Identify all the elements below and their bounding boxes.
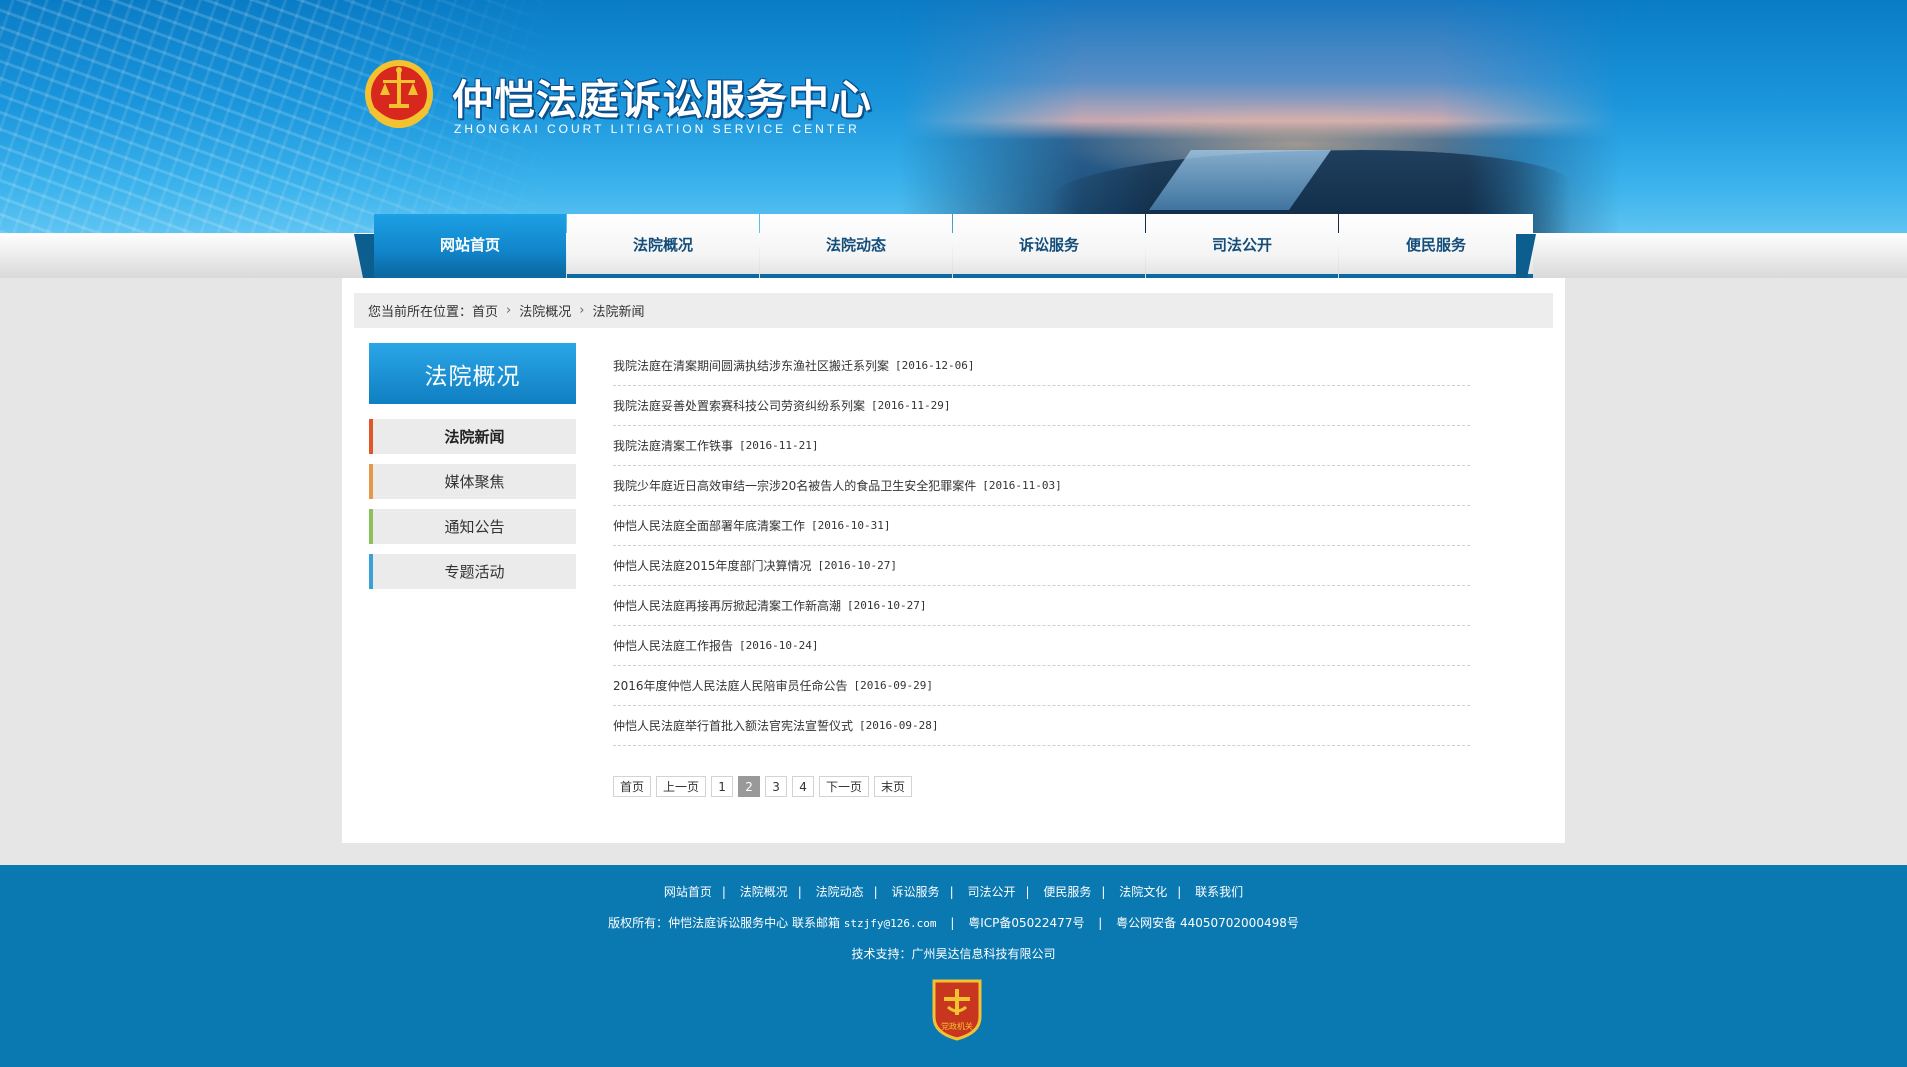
pagination: 首页 上一页 1 2 3 4 下一页 末页 [613, 776, 917, 797]
footer-police-record[interactable]: 粤公网安备 44050702000498号 [1116, 916, 1299, 930]
news-date: [2016-11-03] [982, 479, 1062, 492]
court-emblem-icon [365, 60, 433, 128]
pager-page-4[interactable]: 4 [792, 776, 815, 797]
main-nav: 网站首页 法院概况 法院动态 诉讼服务 司法公开 便民服务 [354, 214, 1536, 278]
footer-divider: | [1177, 885, 1182, 899]
news-date: [2016-10-27] [817, 559, 898, 572]
sidebar-item-court-news[interactable]: 法院新闻 [369, 419, 576, 454]
footer-copyright-line: 版权所有：仲恺法庭诉讼服务中心 联系邮箱 stzjfy@126.com | 粤I… [0, 914, 1907, 931]
footer-link-litigation[interactable]: 诉讼服务 [892, 885, 940, 899]
news-date: [2016-10-27] [847, 599, 927, 612]
breadcrumb-prefix: 您当前所在位置： [368, 305, 473, 320]
breadcrumb-current[interactable]: 法院新闻 [592, 301, 644, 320]
breadcrumb: 您当前所在位置： 首页 › 法院概况 › 法院新闻 [354, 293, 1553, 328]
pager-last-button[interactable]: 末页 [874, 776, 913, 797]
footer-divider: | [949, 885, 954, 899]
news-title[interactable]: 仲恺人民法庭2015年度部门决算情况 [613, 557, 812, 574]
news-item[interactable]: 2016年度仲恺人民法庭人民陪审员任命公告 [2016-09-29] [613, 666, 1470, 706]
news-date: [2016-10-24] [739, 639, 819, 652]
sidebar-item-notices[interactable]: 通知公告 [369, 509, 576, 544]
news-item[interactable]: 仲恺人民法庭再接再厉掀起清案工作新高潮 [2016-10-27] [613, 586, 1470, 626]
content-panel: 您当前所在位置： 首页 › 法院概况 › 法院新闻 法院概况 法院新闻 媒体聚焦… [342, 278, 1565, 843]
news-title[interactable]: 2016年度仲恺人民法庭人民陪审员任命公告 [613, 677, 848, 694]
news-date: [2016-12-06] [895, 359, 975, 372]
news-item[interactable]: 仲恺人民法庭举行首批入额法官宪法宣誓仪式 [2016-09-28] [613, 706, 1470, 746]
news-date: [2016-09-28] [859, 719, 939, 732]
footer-email[interactable]: stzjfy@126.com [844, 917, 937, 930]
pager-page-1[interactable]: 1 [711, 776, 734, 797]
nav-item-news[interactable]: 法院动态 [760, 214, 952, 278]
news-title[interactable]: 我院法庭在清案期间圆满执结涉东渔社区搬迁系列案 [613, 357, 889, 374]
pager-prev-button[interactable]: 上一页 [656, 776, 707, 797]
news-title[interactable]: 我院法庭妥善处置索赛科技公司劳资纠纷系列案 [613, 397, 865, 414]
footer-divider: | [797, 885, 802, 899]
news-date: [2016-11-29] [871, 399, 951, 412]
nav-right-cap [1516, 234, 1536, 278]
sidebar-title: 法院概况 [369, 343, 576, 404]
site-title: 仲恺法庭诉讼服务中心 [452, 76, 872, 124]
news-title[interactable]: 我院少年庭近日高效审结一宗涉20名被告人的食品卫生安全犯罪案件 [613, 477, 976, 494]
news-title[interactable]: 仲恺人民法庭举行首批入额法官宪法宣誓仪式 [613, 717, 853, 734]
footer-divider: | [1101, 885, 1106, 899]
pager-first-button[interactable]: 首页 [613, 776, 652, 797]
footer-link-public-service[interactable]: 便民服务 [1043, 885, 1091, 899]
footer-divider: | [721, 885, 726, 899]
news-date: [2016-10-31] [811, 519, 891, 532]
news-item[interactable]: 仲恺人民法庭2015年度部门决算情况 [2016-10-27] [613, 546, 1470, 586]
breadcrumb-home[interactable]: 首页 [472, 301, 498, 320]
sidebar-item-special-events[interactable]: 专题活动 [369, 554, 576, 589]
footer-link-home[interactable]: 网站首页 [664, 885, 712, 899]
nav-item-overview[interactable]: 法院概况 [567, 214, 759, 278]
news-list: 我院法庭在清案期间圆满执结涉东渔社区搬迁系列案 [2016-12-06] 我院法庭… [613, 346, 1470, 746]
chevron-right-icon: › [579, 303, 585, 318]
news-item[interactable]: 我院法庭妥善处置索赛科技公司劳资纠纷系列案 [2016-11-29] [613, 386, 1470, 426]
footer-link-news[interactable]: 法院动态 [816, 885, 864, 899]
news-title[interactable]: 仲恺人民法庭工作报告 [613, 637, 733, 654]
chevron-right-icon: › [506, 303, 512, 318]
sidebar-item-media-focus[interactable]: 媒体聚焦 [369, 464, 576, 499]
footer-link-judicial-openness[interactable]: 司法公开 [967, 885, 1015, 899]
footer: 网站首页 | 法院概况 | 法院动态 | 诉讼服务 | 司法公开 | 便民服务 | 法院文化… [0, 865, 1907, 1067]
footer-divider: | [950, 916, 955, 930]
news-date: [2016-09-29] [853, 679, 934, 692]
breadcrumb-overview[interactable]: 法院概况 [519, 301, 571, 320]
badge-text: 党政机关 [941, 1021, 973, 1031]
news-title[interactable]: 仲恺人民法庭全面部署年底清案工作 [613, 517, 805, 534]
nav-item-public-service[interactable]: 便民服务 [1339, 214, 1533, 278]
footer-link-overview[interactable]: 法院概况 [740, 885, 788, 899]
news-item[interactable]: 我院少年庭近日高效审结一宗涉20名被告人的食品卫生安全犯罪案件 [2016-11-… [613, 466, 1470, 506]
news-item[interactable]: 我院法庭清案工作铁事 [2016-11-21] [613, 426, 1470, 466]
nav-left-cap [354, 234, 374, 278]
footer-divider: | [873, 885, 878, 899]
news-title[interactable]: 仲恺人民法庭再接再厉掀起清案工作新高潮 [613, 597, 841, 614]
pager-page-3[interactable]: 3 [765, 776, 788, 797]
news-date: [2016-11-21] [739, 439, 819, 452]
news-item[interactable]: 仲恺人民法庭全面部署年底清案工作 [2016-10-31] [613, 506, 1470, 546]
government-badge-icon[interactable]: 党政机关 [930, 977, 984, 1041]
pager-page-2[interactable]: 2 [738, 776, 761, 797]
footer-divider: | [1098, 916, 1103, 930]
footer-copyright: 版权所有：仲恺法庭诉讼服务中心 联系邮箱 [608, 916, 840, 930]
footer-divider: | [1025, 885, 1030, 899]
news-title[interactable]: 我院法庭清案工作铁事 [613, 437, 733, 454]
footer-links: 网站首页 | 法院概况 | 法院动态 | 诉讼服务 | 司法公开 | 便民服务 | 法院文化… [0, 883, 1907, 900]
pager-next-button[interactable]: 下一页 [819, 776, 870, 797]
news-item[interactable]: 我院法庭在清案期间圆满执结涉东渔社区搬迁系列案 [2016-12-06] [613, 346, 1470, 386]
footer-support: 技术支持：广州昊达信息科技有限公司 [851, 947, 1056, 961]
nav-item-judicial-openness[interactable]: 司法公开 [1146, 214, 1338, 278]
nav-item-home[interactable]: 网站首页 [374, 214, 566, 278]
footer-link-culture[interactable]: 法院文化 [1119, 885, 1167, 899]
news-item[interactable]: 仲恺人民法庭工作报告 [2016-10-24] [613, 626, 1470, 666]
header-banner: 仲恺法庭诉讼服务中心 ZHONGKAI COURT LITIGATION SER… [0, 0, 1907, 233]
site-subtitle: ZHONGKAI COURT LITIGATION SERVICE CENTER [454, 122, 860, 136]
nav-item-litigation[interactable]: 诉讼服务 [953, 214, 1145, 278]
footer-link-contact[interactable]: 联系我们 [1195, 885, 1243, 899]
footer-icp[interactable]: 粤ICP备05022477号 [968, 916, 1084, 930]
